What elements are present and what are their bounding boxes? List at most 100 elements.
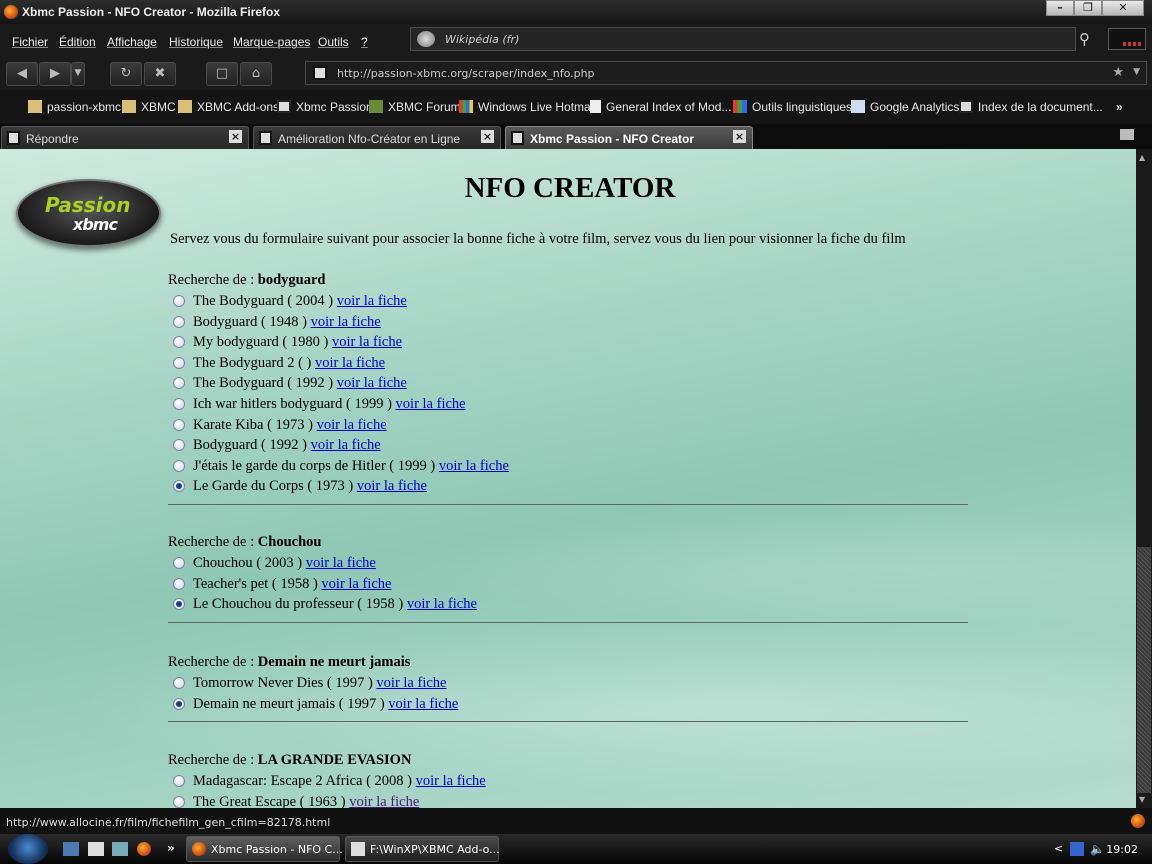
voir-la-fiche-link[interactable]: voir la fiche [416,773,486,789]
movie-radio[interactable] [173,315,185,328]
voir-la-fiche-link[interactable]: voir la fiche [332,334,402,350]
movie-radio[interactable] [173,418,185,431]
voir-la-fiche-link[interactable]: voir la fiche [321,576,391,592]
firefox-icon[interactable] [137,842,151,856]
voir-la-fiche-link[interactable]: voir la fiche [407,596,477,612]
bookmark-item[interactable]: XBMC Forum [369,100,461,114]
tab-close-icon[interactable]: × [481,130,494,143]
scroll-up-icon[interactable]: ▲ [1139,153,1145,162]
bookmark-item[interactable]: XBMC Add-ons [178,100,279,114]
movie-radio[interactable] [173,336,185,349]
bookmark-item[interactable]: General Index of Mod... [590,100,731,114]
movie-radio[interactable] [173,598,185,611]
print-button[interactable]: □ [206,62,238,86]
search-icon[interactable]: ⚲ [1079,30,1097,48]
tab-close-icon[interactable]: × [733,130,746,143]
tab-nfo-creator[interactable]: Xbmc Passion - NFO Creator × [505,126,753,149]
voir-la-fiche-link[interactable]: voir la fiche [337,293,407,309]
tab-amelioration[interactable]: Amélioration Nfo-Créator en Ligne × [253,126,501,149]
taskbar-button-explorer[interactable]: F:\WinXP\XBMC Add-o... [345,836,500,862]
tray-expand-chevron-icon[interactable]: < [1054,842,1063,855]
movie-option: Madagascar: Escape 2 Africa ( 2008 ) voi… [168,772,968,793]
movie-radio[interactable] [173,356,185,369]
home-button[interactable]: ⌂ [240,62,272,86]
menu-historique[interactable]: Historique [169,35,223,49]
bookmark-item[interactable]: Windows Live Hotmail [459,100,596,114]
voir-la-fiche-link[interactable]: voir la fiche [311,314,381,330]
url-dropdown-chevron-down-icon[interactable]: ▼ [1133,67,1140,77]
stop-button[interactable]: ✖ [144,62,176,86]
scroll-down-icon[interactable]: ▼ [1139,795,1145,804]
scroll-thumb[interactable] [1137,547,1151,793]
movie-radio[interactable] [173,677,185,689]
bookmark-item[interactable]: Index de la document... [959,100,1103,114]
movie-radio[interactable] [173,480,185,493]
bookmark-item[interactable]: passion-xbmc [28,100,121,114]
menu-affichage[interactable]: Affichage [107,35,157,49]
back-button[interactable]: ◀ [6,62,38,86]
voir-la-fiche-link[interactable]: voir la fiche [337,375,407,391]
tab-bar: Répondre × Amélioration Nfo-Créator en L… [0,124,1152,149]
address-bar[interactable]: http://passion-xbmc.org/scraper/index_nf… [305,61,1147,85]
taskbar-button-firefox[interactable]: Xbmc Passion - NFO C... [186,836,343,862]
history-dropdown-chevron-down-icon[interactable]: ▼ [71,62,85,86]
movie-radio[interactable] [173,377,185,390]
notepad-icon[interactable] [88,842,104,856]
minimize-button[interactable]: – [1046,0,1074,16]
addon-icon[interactable] [1108,28,1146,50]
bookmark-item[interactable]: Xbmc Passion [277,100,373,114]
voir-la-fiche-link[interactable]: voir la fiche [376,675,446,691]
maximize-button[interactable]: ❐ [1074,0,1102,16]
movie-radio[interactable] [173,397,185,410]
menu-fichier[interactable]: Fichier [12,35,48,49]
movie-radio[interactable] [173,577,185,590]
search-input[interactable]: Wikipédia (fr) [410,27,1076,51]
voir-la-fiche-link[interactable]: voir la fiche [439,458,509,474]
voir-la-fiche-link[interactable]: voir la fiche [311,437,381,453]
movie-radio[interactable] [173,557,185,569]
search-heading: Recherche de : Chouchou [168,533,968,554]
movie-radio[interactable] [173,775,185,787]
show-desktop-icon[interactable] [63,842,79,856]
movie-title: Le Chouchou du professeur ( 1958 ) [193,596,404,613]
forward-button[interactable]: ▶ [39,62,71,86]
network-icon[interactable] [112,842,128,856]
movie-radio[interactable] [173,697,185,710]
bookmark-star-icon[interactable]: ★ [1112,65,1124,80]
voir-la-fiche-link[interactable]: voir la fiche [357,478,427,494]
more-bookmarks-chevron-icon[interactable]: » [1116,100,1123,114]
movie-radio[interactable] [173,439,185,452]
tab-list-icon[interactable] [1120,129,1134,140]
volume-icon[interactable]: 🔈 [1090,842,1105,856]
voir-la-fiche-link[interactable]: voir la fiche [349,794,419,808]
wikipedia-icon [417,31,435,47]
menu-edition[interactable]: Édition [59,35,96,49]
voir-la-fiche-link[interactable]: voir la fiche [306,555,376,571]
bookmark-item[interactable]: XBMC [122,100,176,114]
start-button[interactable] [8,834,48,864]
more-quicklaunch-chevron-icon[interactable]: » [167,841,175,855]
tab-repondre[interactable]: Répondre × [1,126,249,149]
close-button[interactable]: ✕ [1102,0,1144,16]
tab-close-icon[interactable]: × [229,130,242,143]
movie-option: Teacher's pet ( 1958 ) voir la fiche [168,575,968,596]
movie-radio[interactable] [173,295,185,307]
bookmark-item[interactable]: Google Analytics [851,100,959,114]
movie-radio[interactable] [173,795,185,808]
section-divider [168,503,968,505]
menu-marque-pages[interactable]: Marque-pages [233,35,310,49]
vertical-scrollbar[interactable]: ▲ ▼ [1136,149,1152,808]
bookmark-item[interactable]: Outils linguistiques [733,100,852,114]
movie-title: Karate Kiba ( 1973 ) [193,416,313,433]
voir-la-fiche-link[interactable]: voir la fiche [315,355,385,371]
menu-outils[interactable]: Outils [318,35,349,49]
movie-title: Bodyguard ( 1948 ) [193,313,307,330]
voir-la-fiche-link[interactable]: voir la fiche [396,396,466,412]
voir-la-fiche-link[interactable]: voir la fiche [317,417,387,433]
folder-icon [28,100,42,113]
reload-button[interactable]: ↻ [110,62,142,86]
menu-help[interactable]: ? [361,35,368,49]
movie-radio[interactable] [173,459,185,472]
voir-la-fiche-link[interactable]: voir la fiche [388,696,458,712]
tray-network-icon[interactable] [1070,842,1084,856]
